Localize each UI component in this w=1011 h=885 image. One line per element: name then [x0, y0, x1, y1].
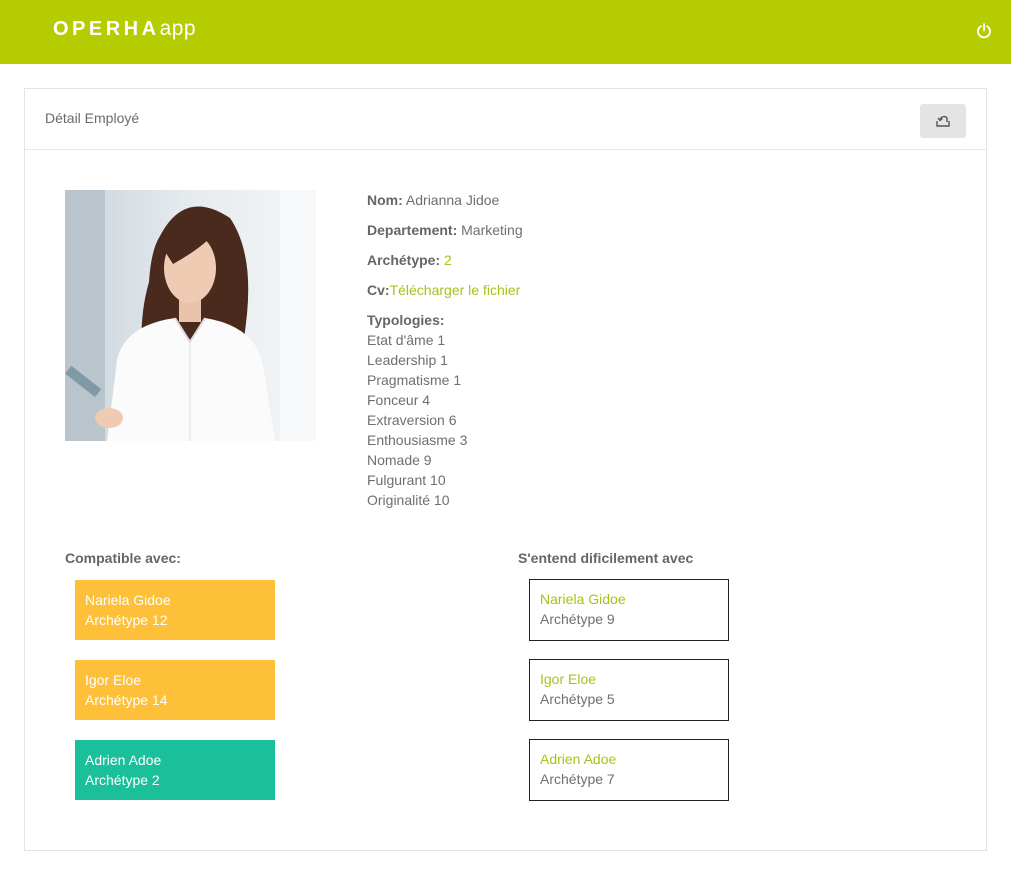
typology-item: Etat d'âme 1 [367, 332, 446, 348]
typology-item: Leadership 1 [367, 352, 448, 368]
department-label: Departement: [367, 222, 458, 238]
archetype-label: Archétype: [367, 252, 441, 268]
power-icon[interactable] [975, 22, 993, 40]
brand-name: OPERHA [53, 18, 160, 40]
difficult-name: Adrien Adoe [540, 751, 617, 767]
typology-item: Pragmatisme 1 [367, 372, 462, 388]
typology-item: Enthousiasme 3 [367, 432, 468, 448]
compatible-archetype: Archétype 14 [85, 692, 168, 708]
typology-item: Originalité 10 [367, 492, 450, 508]
employee-photo [65, 190, 316, 441]
difficult-card[interactable]: Igor Eloe Archétype 5 [529, 659, 729, 721]
export-icon [935, 112, 951, 131]
cv-download-link[interactable]: Télécharger le fichier [390, 282, 521, 298]
brand-suffix: app [159, 17, 197, 40]
app-logo[interactable]: OPERHA app [53, 17, 196, 47]
difficult-archetype: Archétype 5 [540, 691, 615, 707]
name-label: Nom: [367, 192, 403, 208]
name-row: Nom: Adrianna Jidoe [367, 190, 767, 220]
compatible-archetype: Archétype 12 [85, 612, 168, 628]
compatible-card[interactable]: Adrien Adoe Archétype 2 [75, 740, 275, 800]
cv-row: Cv:Télécharger le fichier [367, 280, 767, 310]
compatible-name: Nariela Gidoe [85, 592, 171, 608]
employee-department: Marketing [461, 222, 523, 238]
compatible-card[interactable]: Igor Eloe Archétype 14 [75, 660, 275, 720]
difficult-archetype: Archétype 7 [540, 771, 615, 787]
compatible-name: Adrien Adoe [85, 752, 162, 768]
employee-info: Nom: Adrianna Jidoe Departement: Marketi… [367, 190, 767, 510]
typologies-list: Etat d'âme 1 Leadership 1 Pragmatisme 1 Fon… [367, 330, 767, 510]
employee-detail-card: Détail Employé Nom: Adrianna Jidoe Depar… [24, 88, 987, 851]
difficult-card[interactable]: Adrien Adoe Archétype 7 [529, 739, 729, 801]
employee-name: Adrianna Jidoe [405, 192, 500, 208]
typology-item: Fonceur 4 [367, 392, 431, 408]
top-bar: OPERHA app [0, 0, 1011, 64]
compatible-name: Igor Eloe [85, 672, 142, 688]
page-title: Détail Employé [45, 110, 140, 126]
archetype-row: Archétype: 2 [367, 250, 767, 280]
employee-archetype: 2 [444, 252, 452, 268]
export-button[interactable] [920, 104, 966, 138]
difficult-name: Nariela Gidoe [540, 591, 626, 607]
difficult-archetype: Archétype 9 [540, 611, 615, 627]
card-header: Détail Employé [25, 89, 986, 150]
typology-item: Extraversion 6 [367, 412, 457, 428]
cv-label: Cv: [367, 282, 390, 298]
compatible-archetype: Archétype 2 [85, 772, 160, 788]
typology-item: Fulgurant 10 [367, 472, 446, 488]
difficult-card[interactable]: Nariela Gidoe Archétype 9 [529, 579, 729, 641]
department-row: Departement: Marketing [367, 220, 767, 250]
typologies-label: Typologies: [367, 312, 445, 328]
typology-item: Nomade 9 [367, 452, 432, 468]
compatible-title: Compatible avec: [65, 550, 181, 566]
difficult-title: S'entend dificilement avec [518, 550, 694, 566]
difficult-name: Igor Eloe [540, 671, 597, 687]
compatible-card[interactable]: Nariela Gidoe Archétype 12 [75, 580, 275, 640]
